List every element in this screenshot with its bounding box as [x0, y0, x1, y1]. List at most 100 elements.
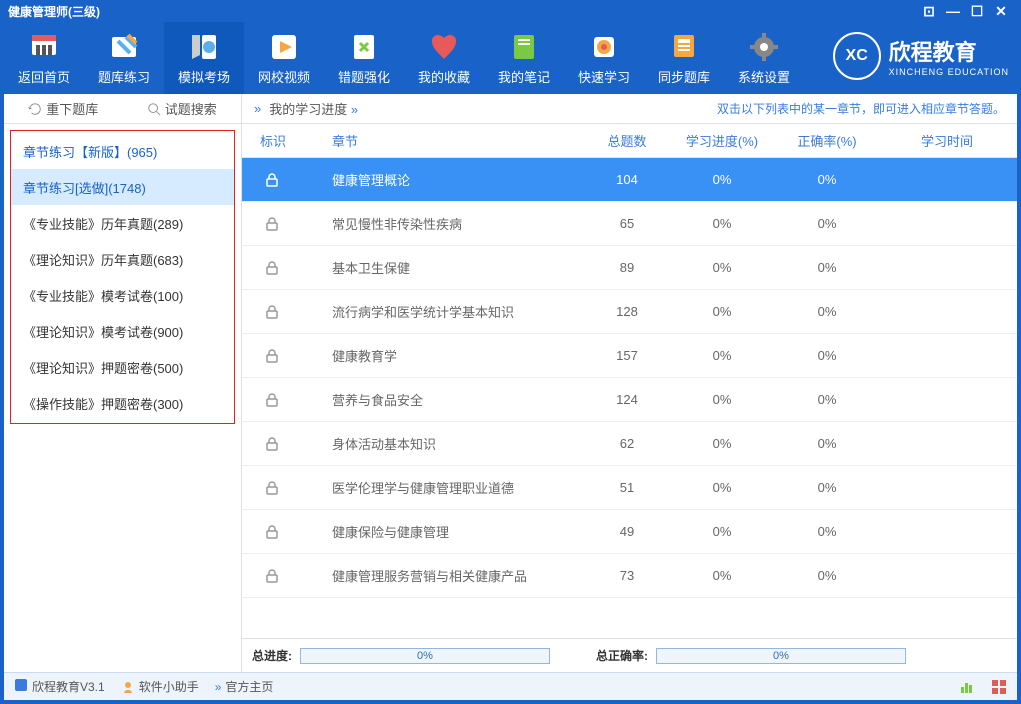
col-chapter: 章节: [302, 131, 587, 150]
correct-pct: 0%: [777, 392, 877, 407]
sidebar-item-1[interactable]: 章节练习[选做](1748): [11, 169, 234, 205]
right-tools: » 我的学习进度 » 双击以下列表中的某一章节，即可进入相应章节答题。: [242, 94, 1017, 123]
total-count: 124: [587, 392, 667, 407]
chapter-name: 基本卫生保健: [302, 258, 587, 277]
col-total: 总题数: [587, 131, 667, 150]
chapter-name: 健康管理概论: [302, 170, 587, 189]
search-button[interactable]: 试题搜索: [123, 99, 242, 118]
sidebar-item-6[interactable]: 《理论知识》押题密卷(500): [11, 349, 234, 385]
toolbar-fav[interactable]: 我的收藏: [404, 22, 484, 94]
lock-icon: [242, 568, 302, 584]
chapter-name: 健康保险与健康管理: [302, 522, 587, 541]
lock-icon: [242, 392, 302, 408]
table-row[interactable]: 健康教育学1570%0%: [242, 334, 1017, 378]
maximize-button[interactable]: ☐: [965, 3, 989, 20]
total-count: 89: [587, 260, 667, 275]
total-count: 51: [587, 480, 667, 495]
brand-logo: XC欣程教育XINCHENG EDUCATION: [833, 32, 1009, 80]
main-toolbar: 返回首页题库练习模拟考场网校视频错题强化我的收藏我的笔记快速学习同步题库系统设置…: [0, 22, 1021, 94]
my-progress-link[interactable]: 我的学习进度 »: [269, 99, 358, 118]
qr-icon[interactable]: [991, 679, 1007, 695]
sidebar-item-3[interactable]: 《理论知识》历年真题(683): [11, 241, 234, 277]
table-row[interactable]: 身体活动基本知识620%0%: [242, 422, 1017, 466]
quick-icon: [586, 31, 622, 63]
chapter-name: 医学伦理学与健康管理职业道德: [302, 478, 587, 497]
titlebar: 健康管理师(三级) ⊡ — ☐ ✕: [0, 0, 1021, 22]
toolbar-home[interactable]: 返回首页: [4, 22, 84, 94]
app-version[interactable]: 欣程教育V3.1: [14, 678, 105, 695]
minimize-button[interactable]: —: [941, 3, 965, 19]
toolbar-settings[interactable]: 系统设置: [724, 22, 804, 94]
progress-pct: 0%: [667, 348, 777, 363]
progress-pct: 0%: [667, 260, 777, 275]
total-count: 157: [587, 348, 667, 363]
toolbar-exam[interactable]: 模拟考场: [164, 22, 244, 94]
toolbar-quick[interactable]: 快速学习: [564, 22, 644, 94]
correct-pct: 0%: [777, 304, 877, 319]
progress-pct: 0%: [667, 568, 777, 583]
total-correct-bar: 0%: [656, 648, 906, 664]
official-home-link[interactable]: »官方主页: [215, 678, 274, 695]
table-row[interactable]: 健康管理服务营销与相关健康产品730%0%: [242, 554, 1017, 598]
col-mark: 标识: [242, 131, 302, 150]
sidebar-item-4[interactable]: 《专业技能》模考试卷(100): [11, 277, 234, 313]
toolbar-wrong[interactable]: 错题强化: [324, 22, 404, 94]
lock-icon: [242, 216, 302, 232]
total-count: 128: [587, 304, 667, 319]
settings-icon: [746, 31, 782, 63]
lock-icon: [242, 172, 302, 188]
sync-icon: [666, 31, 702, 63]
progress-pct: 0%: [667, 304, 777, 319]
sidebar-item-7[interactable]: 《操作技能》押题密卷(300): [11, 385, 234, 421]
restore-button[interactable]: ⊡: [917, 3, 941, 20]
toolbar-note[interactable]: 我的笔记: [484, 22, 564, 94]
table-row[interactable]: 基本卫生保健890%0%: [242, 246, 1017, 290]
toolbar-video[interactable]: 网校视频: [244, 22, 324, 94]
toolbar-practice[interactable]: 题库练习: [84, 22, 164, 94]
reload-db-button[interactable]: 重下题库: [4, 99, 123, 118]
total-count: 65: [587, 216, 667, 231]
chapter-name: 流行病学和医学统计学基本知识: [302, 302, 587, 321]
fav-icon: [426, 31, 462, 63]
note-icon: [506, 31, 542, 63]
total-progress-bar: 0%: [300, 648, 550, 664]
chapter-name: 营养与食品安全: [302, 390, 587, 409]
window-title: 健康管理师(三级): [8, 3, 100, 20]
correct-pct: 0%: [777, 480, 877, 495]
chapter-name: 健康管理服务营销与相关健康产品: [302, 566, 587, 585]
progress-pct: 0%: [667, 524, 777, 539]
video-icon: [266, 31, 302, 63]
total-correct-label: 总正确率:: [596, 647, 648, 664]
table-row[interactable]: 流行病学和医学统计学基本知识1280%0%: [242, 290, 1017, 334]
lock-icon: [242, 480, 302, 496]
toolbar-sync[interactable]: 同步题库: [644, 22, 724, 94]
total-count: 62: [587, 436, 667, 451]
progress-pct: 0%: [667, 216, 777, 231]
stats-icon[interactable]: [959, 679, 975, 695]
correct-pct: 0%: [777, 348, 877, 363]
table-row[interactable]: 常见慢性非传染性疾病650%0%: [242, 202, 1017, 246]
sidebar-item-0[interactable]: 章节练习【新版】(965): [11, 133, 234, 169]
chapter-table: 标识 章节 总题数 学习进度(%) 正确率(%) 学习时间 健康管理概论1040…: [242, 124, 1017, 672]
sidebar-item-2[interactable]: 《专业技能》历年真题(289): [11, 205, 234, 241]
helper-link[interactable]: 软件小助手: [121, 678, 199, 695]
close-button[interactable]: ✕: [989, 3, 1013, 20]
lock-icon: [242, 436, 302, 452]
correct-pct: 0%: [777, 172, 877, 187]
table-row[interactable]: 健康管理概论1040%0%: [242, 158, 1017, 202]
table-header: 标识 章节 总题数 学习进度(%) 正确率(%) 学习时间: [242, 124, 1017, 158]
home-icon: [26, 31, 62, 63]
lock-icon: [242, 304, 302, 320]
progress-pct: 0%: [667, 436, 777, 451]
progress-pct: 0%: [667, 480, 777, 495]
total-count: 73: [587, 568, 667, 583]
table-row[interactable]: 医学伦理学与健康管理职业道德510%0%: [242, 466, 1017, 510]
progress-pct: 0%: [667, 172, 777, 187]
sidebar-item-5[interactable]: 《理论知识》模考试卷(900): [11, 313, 234, 349]
table-row[interactable]: 健康保险与健康管理490%0%: [242, 510, 1017, 554]
hint-text: 双击以下列表中的某一章节，即可进入相应章节答题。: [717, 100, 1005, 117]
progress-pct: 0%: [667, 392, 777, 407]
main-area: 重下题库 试题搜索 » 我的学习进度 » 双击以下列表中的某一章节，即可进入相应…: [4, 94, 1017, 700]
table-row[interactable]: 营养与食品安全1240%0%: [242, 378, 1017, 422]
sidebar: 章节练习【新版】(965)章节练习[选做](1748)《专业技能》历年真题(28…: [4, 124, 242, 672]
